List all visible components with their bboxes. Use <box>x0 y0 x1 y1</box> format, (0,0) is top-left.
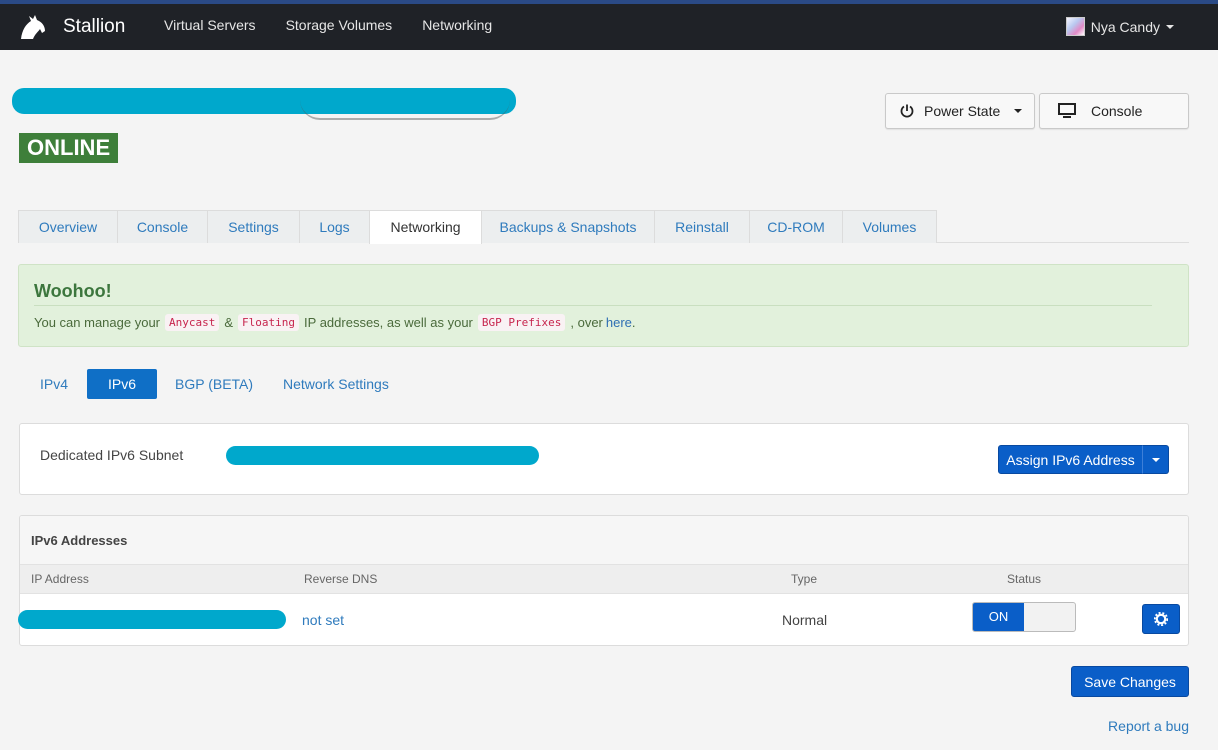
assign-ipv6-dropdown-button[interactable] <box>1142 445 1169 474</box>
gear-icon <box>1154 612 1168 626</box>
console-button[interactable]: Console <box>1039 93 1189 129</box>
alert-title: Woohoo! <box>34 281 112 301</box>
monitor-icon <box>1058 103 1076 118</box>
subnet-panel: Dedicated IPv6 Subnet Assign IPv6 Addres… <box>19 423 1189 495</box>
brand-link[interactable]: Stallion <box>18 12 125 42</box>
nav-storage-volumes[interactable]: Storage Volumes <box>286 17 393 33</box>
power-state-label: Power State <box>924 103 1001 119</box>
status-badge: ONLINE <box>19 133 119 163</box>
horse-logo-icon <box>21 15 45 39</box>
redacted-ip-address <box>18 610 286 629</box>
redacted-subnet <box>226 446 539 465</box>
alert-text-before: You can manage your <box>34 315 161 330</box>
alert-period: . <box>631 315 636 330</box>
address-type: Normal <box>782 612 828 628</box>
tab-networking[interactable]: Networking <box>369 210 482 244</box>
power-icon <box>900 104 914 118</box>
nav-networking[interactable]: Networking <box>422 17 492 33</box>
top-navbar: Stallion Virtual Servers Storage Volumes… <box>0 0 1218 50</box>
code-floating: Floating <box>238 314 300 331</box>
subtab-bgp-beta[interactable]: BGP (BETA) <box>154 369 274 399</box>
subtab-ipv6[interactable]: IPv6 <box>87 369 158 399</box>
alert-text-after: , over <box>570 315 603 330</box>
status-toggle[interactable]: ON <box>972 602 1076 632</box>
save-changes-label: Save Changes <box>1084 673 1176 690</box>
addresses-panel-header: IPv6 Addresses <box>20 516 1188 565</box>
server-name-bracket-hint <box>300 100 510 120</box>
console-label: Console <box>1091 103 1143 119</box>
user-name: Nya Candy <box>1090 18 1160 35</box>
addresses-title: IPv6 Addresses <box>31 533 128 548</box>
toggle-on-label: ON <box>973 603 1024 631</box>
server-tabs: Overview Console Settings Logs Networkin… <box>18 210 1189 244</box>
caret-down-icon <box>1166 24 1174 29</box>
tab-settings[interactable]: Settings <box>207 210 300 243</box>
column-type: Type <box>791 572 818 586</box>
subnet-label: Dedicated IPv6 Subnet <box>40 447 184 463</box>
power-state-button[interactable]: Power State <box>885 93 1035 129</box>
alert-body: You can manage your Anycast & Floating I… <box>34 314 636 331</box>
alert-here-link[interactable]: here <box>606 315 632 330</box>
reverse-dns-link[interactable]: not set <box>302 612 344 628</box>
success-alert: Woohoo! You can manage your Anycast & Fl… <box>18 264 1189 347</box>
assign-ipv6-label: Assign IPv6 Address <box>1006 451 1135 468</box>
save-changes-button[interactable]: Save Changes <box>1071 666 1189 697</box>
tab-volumes[interactable]: Volumes <box>842 210 937 243</box>
code-bgp-prefixes: BGP Prefixes <box>477 314 566 331</box>
subtab-network-settings[interactable]: Network Settings <box>262 369 410 399</box>
assign-ipv6-button[interactable]: Assign IPv6 Address <box>998 445 1143 474</box>
address-settings-button[interactable] <box>1142 604 1180 634</box>
user-menu[interactable]: Nya Candy <box>1065 17 1174 36</box>
code-anycast: Anycast <box>165 314 220 331</box>
tab-overview[interactable]: Overview <box>18 210 118 243</box>
tab-cd-rom[interactable]: CD-ROM <box>749 210 843 243</box>
tab-backups-snapshots[interactable]: Backups & Snapshots <box>481 210 655 243</box>
tab-console[interactable]: Console <box>117 210 208 243</box>
column-ip-address: IP Address <box>31 572 89 586</box>
subtab-ipv4[interactable]: IPv4 <box>19 369 89 399</box>
nav-virtual-servers[interactable]: Virtual Servers <box>164 17 256 33</box>
alert-text-mid: IP addresses, as well as your <box>304 315 473 330</box>
report-bug-link[interactable]: Report a bug <box>1108 718 1189 734</box>
alert-divider <box>34 305 1152 306</box>
avatar <box>1065 17 1085 36</box>
main-nav: Virtual Servers Storage Volumes Networki… <box>164 17 522 33</box>
alert-amp: & <box>224 315 234 330</box>
column-status: Status <box>1007 572 1042 586</box>
column-reverse-dns: Reverse DNS <box>304 572 378 586</box>
caret-down-icon <box>1014 109 1023 113</box>
caret-down-icon <box>1151 457 1160 462</box>
brand-name: Stallion <box>63 16 126 37</box>
tab-logs[interactable]: Logs <box>299 210 370 243</box>
tab-reinstall[interactable]: Reinstall <box>654 210 750 243</box>
